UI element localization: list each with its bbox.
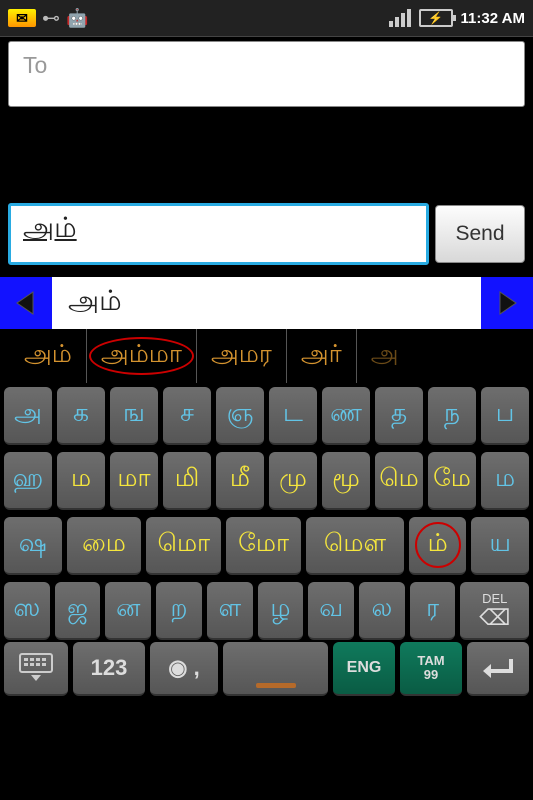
- key[interactable]: மொ: [146, 517, 221, 575]
- key[interactable]: ஷ: [4, 517, 62, 575]
- key[interactable]: ய: [471, 517, 529, 575]
- key[interactable]: மு: [269, 452, 317, 510]
- backspace-icon: ⌫: [479, 607, 510, 629]
- key[interactable]: ம: [481, 452, 529, 510]
- key[interactable]: ள: [207, 582, 253, 640]
- suggestion-item[interactable]: அர்: [287, 329, 357, 383]
- key[interactable]: ல: [359, 582, 405, 640]
- prev-candidate-arrow[interactable]: [0, 277, 52, 329]
- key[interactable]: மா: [110, 452, 158, 510]
- compose-input[interactable]: அம்: [8, 203, 429, 265]
- enter-key[interactable]: [467, 642, 529, 696]
- usb-icon: ⊷: [42, 8, 60, 29]
- suggestion-item[interactable]: அமர: [197, 329, 287, 383]
- keyboard-toggle-key[interactable]: [4, 642, 68, 696]
- battery-icon: ⚡: [419, 9, 453, 27]
- candidate-main[interactable]: அம்: [52, 277, 481, 329]
- status-time: 11:32 AM: [461, 10, 525, 27]
- key[interactable]: ஜ: [55, 582, 101, 640]
- keyboard-bottom-row: 123 ◉ , ENG TAM 99: [0, 642, 533, 702]
- key[interactable]: மெ: [375, 452, 423, 510]
- key[interactable]: ழ: [258, 582, 304, 640]
- next-candidate-arrow[interactable]: [481, 277, 533, 329]
- key[interactable]: ஞ: [216, 387, 264, 445]
- key[interactable]: ர: [410, 582, 456, 640]
- key[interactable]: மீ: [216, 452, 264, 510]
- key[interactable]: மி: [163, 452, 211, 510]
- key[interactable]: மே: [428, 452, 476, 510]
- key[interactable]: ங: [110, 387, 158, 445]
- key[interactable]: மோ: [226, 517, 301, 575]
- voice-key[interactable]: ◉ ,: [150, 642, 218, 696]
- key[interactable]: க: [57, 387, 105, 445]
- key[interactable]: மௌ: [306, 517, 404, 575]
- key[interactable]: த: [375, 387, 423, 445]
- key[interactable]: ம்: [409, 517, 467, 575]
- key[interactable]: மை: [67, 517, 142, 575]
- key[interactable]: ம: [57, 452, 105, 510]
- key[interactable]: ட: [269, 387, 317, 445]
- numbers-key[interactable]: 123: [73, 642, 145, 696]
- delete-label: DEL: [482, 591, 507, 606]
- key[interactable]: ஸ: [4, 582, 50, 640]
- key[interactable]: ச: [163, 387, 211, 445]
- lang-eng-key[interactable]: ENG: [333, 642, 395, 696]
- status-bar: ✉ ⊷ 🤖 ⚡ 11:32 AM: [0, 0, 533, 36]
- suggestion-item[interactable]: அம்மா: [87, 329, 197, 383]
- key[interactable]: ந: [428, 387, 476, 445]
- signal-icon: [389, 9, 411, 27]
- suggestion-item[interactable]: அம்: [10, 329, 87, 383]
- to-field[interactable]: To: [8, 41, 525, 107]
- sms-icon: ✉: [8, 9, 36, 27]
- suggestion-item[interactable]: அ: [357, 329, 413, 383]
- key[interactable]: ண: [322, 387, 370, 445]
- delete-key[interactable]: DEL ⌫: [460, 582, 529, 640]
- send-button[interactable]: Send: [435, 205, 525, 263]
- suggestion-bar: அம் அம்மா அமர அர் அ: [0, 329, 533, 383]
- key[interactable]: ற: [156, 582, 202, 640]
- keyboard: அ க ங ச ஞ ட ண த ந ப ஹ ம மா மி மீ மு மூ ம…: [0, 383, 533, 642]
- key[interactable]: மூ: [322, 452, 370, 510]
- android-icon: 🤖: [66, 8, 88, 29]
- key[interactable]: ஹ: [4, 452, 52, 510]
- key[interactable]: அ: [4, 387, 52, 445]
- key[interactable]: ப: [481, 387, 529, 445]
- space-key[interactable]: [223, 642, 328, 696]
- lang-tam-key[interactable]: TAM 99: [400, 642, 462, 696]
- key[interactable]: வ: [308, 582, 354, 640]
- key[interactable]: ன: [105, 582, 151, 640]
